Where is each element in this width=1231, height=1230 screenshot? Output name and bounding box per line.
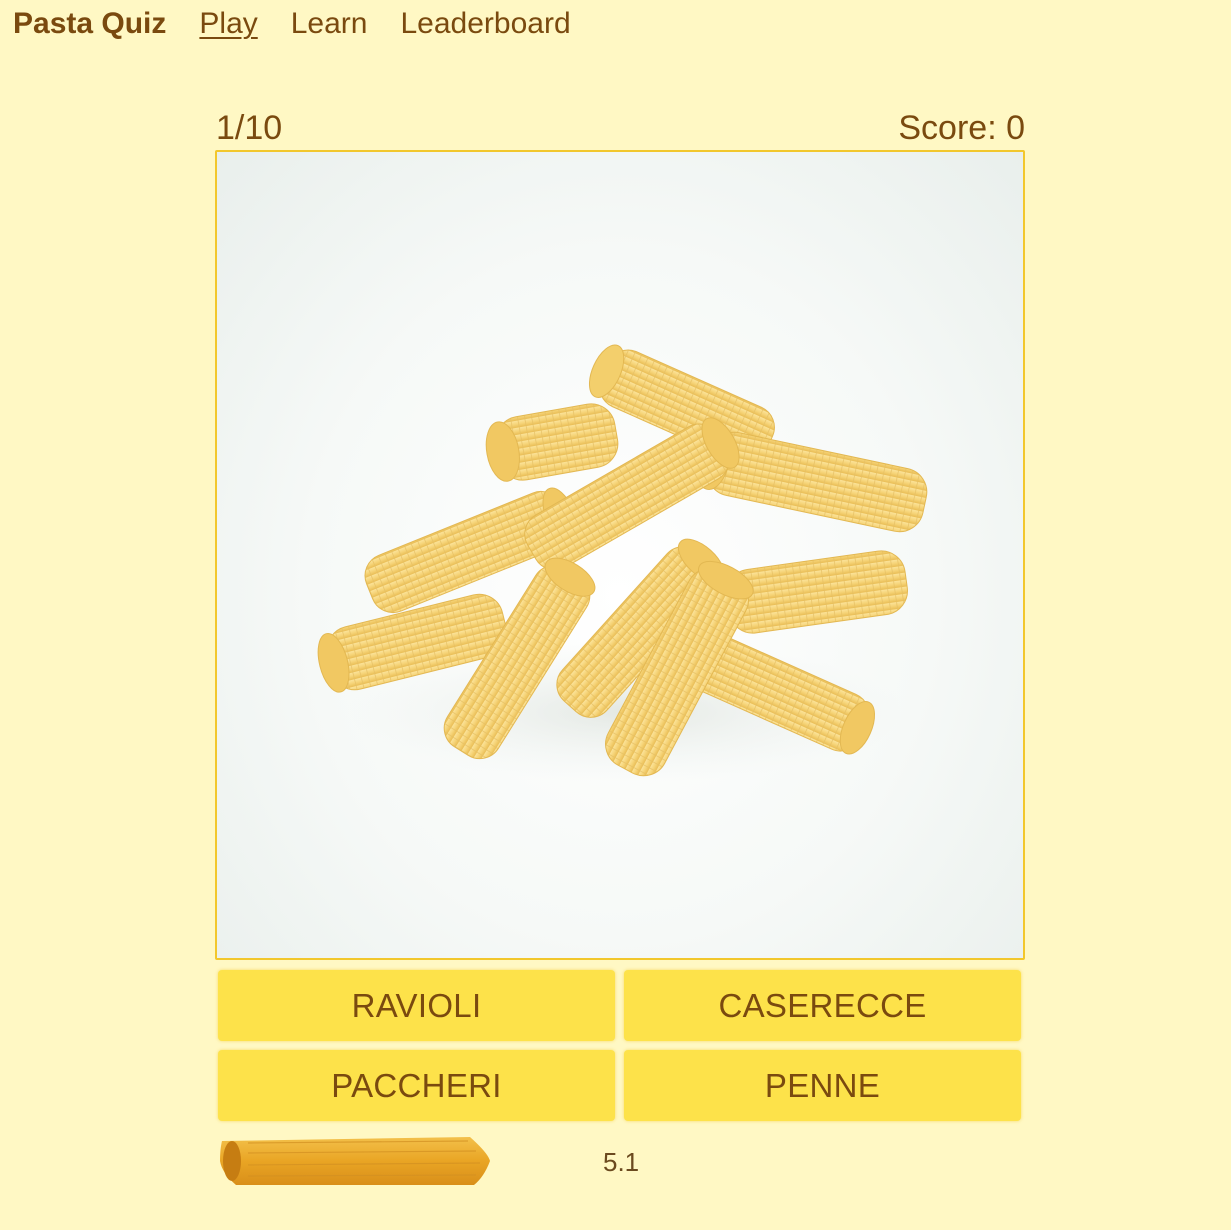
score-display: Score: 0 — [898, 109, 1025, 147]
nav-play-link[interactable]: Play — [199, 7, 257, 41]
quiz-panel: 1/10 Score: 0 RAVIOLI CASERECCE PACCHERI… — [215, 98, 1025, 1121]
quiz-meta: 1/10 Score: 0 — [215, 98, 1025, 148]
timer-row: 5.1 — [218, 1133, 1028, 1189]
pasta-photo — [215, 150, 1025, 960]
answer-penne-button[interactable]: PENNE — [624, 1050, 1021, 1121]
answer-ravioli-button[interactable]: RAVIOLI — [218, 970, 615, 1041]
answer-grid: RAVIOLI CASERECCE PACCHERI PENNE — [215, 970, 1025, 1121]
answer-casarecce-button[interactable]: CASERECCE — [624, 970, 1021, 1041]
timer-value: 5.1 — [603, 1147, 640, 1177]
brand-title[interactable]: Pasta Quiz — [13, 7, 166, 41]
nav-learn-link[interactable]: Learn — [291, 7, 368, 41]
penne-pile-image — [317, 344, 928, 782]
answer-paccheri-button[interactable]: PACCHERI — [218, 1050, 615, 1121]
question-progress: 1/10 — [216, 109, 283, 147]
nav-leaderboard-link[interactable]: Leaderboard — [400, 7, 570, 41]
penne-timer-icon — [220, 1137, 490, 1185]
top-nav: Pasta Quiz Play Learn Leaderboard — [13, 0, 604, 48]
